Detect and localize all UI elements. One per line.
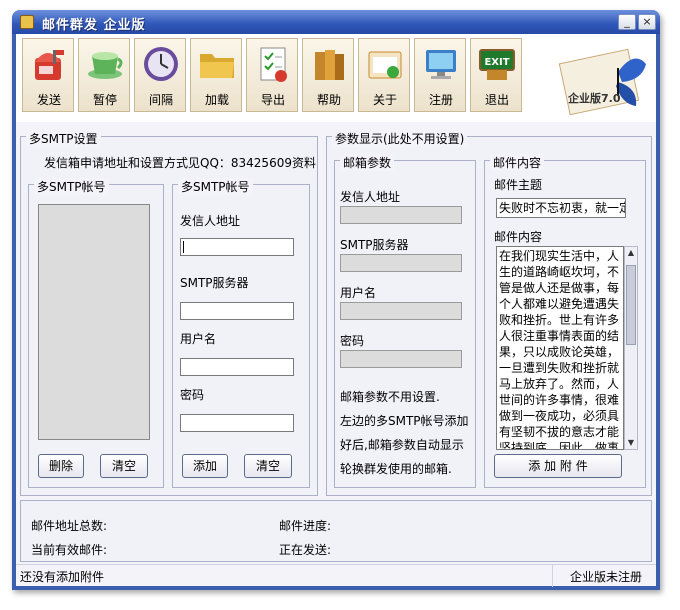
load-label: 加载 bbox=[204, 93, 229, 107]
clock-icon bbox=[144, 47, 178, 81]
sender-address-input[interactable] bbox=[180, 238, 294, 256]
computer-icon bbox=[426, 50, 456, 79]
scroll-down-icon[interactable]: ▼ bbox=[625, 437, 637, 449]
about-button[interactable]: 关于 bbox=[358, 38, 410, 112]
password-label: 密码 bbox=[180, 388, 205, 402]
status-divider bbox=[552, 565, 553, 587]
mail-progress-label: 邮件进度: bbox=[279, 519, 332, 533]
username-label: 用户名 bbox=[180, 332, 217, 346]
export-button[interactable]: 导出 bbox=[246, 38, 298, 112]
help-button[interactable]: 帮助 bbox=[302, 38, 354, 112]
toolbar: 发送 暂停 间隔 加载 导出 帮助 关于 注册 EXIT 退出 企业版7.0 bbox=[16, 34, 656, 122]
checklist-icon bbox=[260, 47, 287, 82]
smtp-form-title: 多SMTP帐号 bbox=[178, 178, 253, 195]
mailbox-icon bbox=[35, 50, 64, 80]
clear-list-button[interactable]: 清空 bbox=[100, 454, 148, 478]
param-user-field bbox=[340, 302, 462, 320]
sender-address-label: 发信人地址 bbox=[180, 214, 241, 228]
app-window: 邮件群发 企业版 _ × 发送 暂停 间隔 加载 导出 帮助 关于 注册 EXI… bbox=[12, 10, 660, 590]
title-bar[interactable]: 邮件群发 企业版 _ × bbox=[12, 10, 660, 34]
exit-label: 退出 bbox=[484, 93, 509, 107]
total-count-label: 邮件地址总数: bbox=[31, 519, 108, 533]
pause-button[interactable]: 暂停 bbox=[78, 38, 130, 112]
scroll-up-icon[interactable]: ▲ bbox=[625, 247, 637, 259]
param-display-title: 参数显示(此处不用设置) bbox=[332, 130, 468, 147]
help-label: 帮助 bbox=[316, 93, 341, 107]
interval-button[interactable]: 间隔 bbox=[134, 38, 186, 112]
smtp-account-list[interactable] bbox=[38, 204, 150, 440]
clear-form-button[interactable]: 清空 bbox=[244, 454, 292, 478]
add-attachment-button[interactable]: 添 加 附 件 bbox=[494, 454, 622, 478]
window-title: 邮件群发 企业版 bbox=[42, 18, 146, 33]
status-bar: 还没有添加附件 企业版未注册 bbox=[16, 564, 656, 587]
interval-label: 间隔 bbox=[148, 93, 173, 107]
pause-label: 暂停 bbox=[92, 93, 117, 107]
register-label: 注册 bbox=[428, 93, 453, 107]
export-label: 导出 bbox=[260, 93, 285, 107]
app-icon bbox=[20, 15, 34, 29]
param-sender-field bbox=[340, 206, 462, 224]
param-note-line-1: 邮箱参数不用设置. bbox=[340, 390, 440, 404]
client-area: 发送 暂停 间隔 加载 导出 帮助 关于 注册 EXIT 退出 企业版7.0 多… bbox=[16, 34, 656, 587]
sending-label: 正在发送: bbox=[279, 543, 332, 557]
smtp-list-title: 多SMTP帐号 bbox=[34, 178, 109, 195]
status-attachment-text: 还没有添加附件 bbox=[20, 570, 105, 584]
register-button[interactable]: 注册 bbox=[414, 38, 466, 112]
butterfly-stamp-icon bbox=[558, 48, 646, 116]
close-button[interactable]: × bbox=[638, 14, 656, 30]
param-sender-label: 发信人地址 bbox=[340, 190, 401, 204]
smtp-info-text: 发信箱申请地址和设置方式见QQ：83425609资料 bbox=[44, 156, 316, 170]
password-input[interactable] bbox=[180, 414, 294, 432]
status-registration-text: 企业版未注册 bbox=[570, 570, 643, 584]
content-label: 邮件内容 bbox=[494, 230, 543, 244]
username-input[interactable] bbox=[180, 358, 294, 376]
content-scrollbar[interactable]: ▲ ▼ bbox=[624, 246, 638, 450]
load-button[interactable]: 加载 bbox=[190, 38, 242, 112]
subject-input[interactable]: 失败时不忘初衷，就一定 bbox=[496, 198, 626, 218]
subject-label: 邮件主题 bbox=[494, 178, 543, 192]
param-password-field bbox=[340, 350, 462, 368]
valid-count-label: 当前有效邮件: bbox=[31, 543, 108, 557]
param-password-label: 密码 bbox=[340, 334, 365, 348]
folder-icon bbox=[200, 54, 234, 78]
smtp-server-input[interactable] bbox=[180, 302, 294, 320]
mail-content-title: 邮件内容 bbox=[490, 154, 545, 171]
content-textarea[interactable]: 在我们现实生活中，人生的道路崎岖坎坷，不管是做人还是做事，每个人都难以避免遭遇失… bbox=[496, 246, 624, 450]
smtp-server-label: SMTP服务器 bbox=[180, 276, 249, 290]
send-label: 发送 bbox=[36, 93, 61, 107]
delete-button[interactable]: 删除 bbox=[38, 454, 84, 478]
edition-text: 企业版7.0 bbox=[568, 92, 621, 105]
exit-button[interactable]: EXIT 退出 bbox=[470, 38, 522, 112]
param-note-line-3: 好后,邮箱参数自动显示 bbox=[340, 438, 464, 452]
param-user-label: 用户名 bbox=[340, 286, 377, 300]
books-icon bbox=[315, 50, 344, 80]
send-button[interactable]: 发送 bbox=[22, 38, 74, 112]
text-cursor bbox=[183, 241, 184, 253]
about-label: 关于 bbox=[372, 93, 397, 107]
param-note-line-4: 轮换群发使用的邮箱. bbox=[340, 462, 452, 476]
scroll-thumb[interactable] bbox=[626, 265, 636, 345]
minimize-button[interactable]: _ bbox=[618, 14, 636, 30]
param-note-line-2: 左边的多SMTP帐号添加 bbox=[340, 414, 469, 428]
exit-sign-icon: EXIT bbox=[479, 49, 515, 80]
smtp-settings-title: 多SMTP设置 bbox=[26, 130, 101, 147]
progress-panel: 邮件地址总数: 当前有效邮件: 邮件进度: 正在发送: bbox=[20, 500, 652, 562]
param-server-label: SMTP服务器 bbox=[340, 238, 409, 252]
edition-badge: 企业版7.0 bbox=[556, 44, 650, 118]
teacup-icon bbox=[88, 52, 123, 79]
add-button[interactable]: 添加 bbox=[182, 454, 228, 478]
mailbox-params-title: 邮箱参数 bbox=[340, 154, 395, 171]
document-icon bbox=[368, 51, 402, 79]
svg-text:EXIT: EXIT bbox=[484, 57, 509, 68]
param-server-field bbox=[340, 254, 462, 272]
